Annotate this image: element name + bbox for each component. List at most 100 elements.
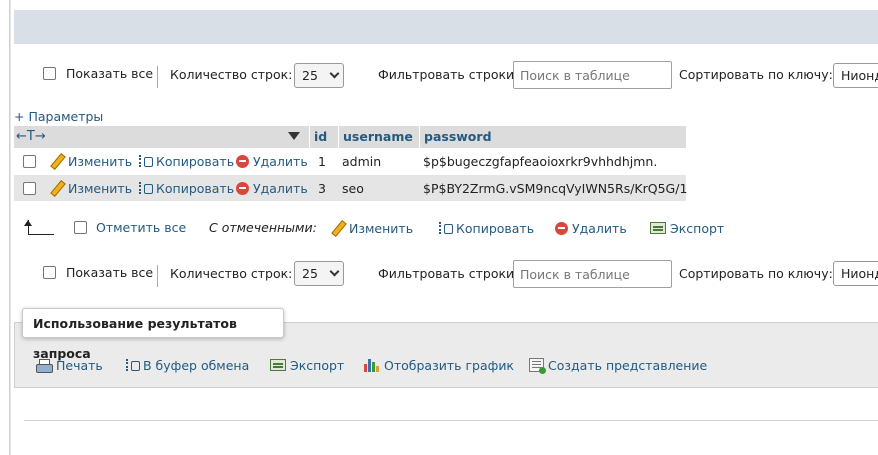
cell-id[interactable]: 1 — [318, 148, 326, 175]
row-copy-link[interactable]: Копировать — [138, 175, 234, 202]
arrow-up-left-icon — [24, 220, 54, 236]
filter-rows-label: Фильтровать строки: — [378, 266, 519, 281]
sort-by-key-select[interactable]: Нионд — [833, 63, 878, 88]
pencil-icon — [50, 154, 64, 168]
column-header-username[interactable]: username — [338, 126, 419, 148]
filter-rows-label: Фильтровать строки: — [378, 67, 519, 82]
filter-rows-input[interactable]: Поиск в таблице — [513, 61, 672, 89]
column-arrows[interactable]: ←T→ — [16, 129, 46, 144]
chevron-down-icon — [329, 266, 340, 277]
export-icon — [650, 222, 666, 234]
chart-label: Отобразить график — [384, 358, 514, 373]
show-all-checkbox[interactable] — [43, 266, 56, 279]
divider — [24, 420, 878, 421]
pencil-icon — [331, 221, 345, 235]
row-delete-link[interactable]: Удалить — [236, 175, 308, 202]
sort-by-key-label: Сортировать по ключу: — [679, 67, 833, 82]
rows-count-select[interactable]: 25 — [294, 261, 344, 286]
row-edit-link[interactable]: Изменить — [50, 148, 132, 175]
row-delete-label: Удалить — [253, 154, 308, 169]
cell-password[interactable]: $P$BY2ZrmG.vSM9ncqVyIWN5Rs/KrQ5G/1 — [423, 175, 687, 202]
copy-icon — [138, 154, 153, 168]
sort-by-key-value: Нионд — [841, 266, 878, 281]
export-button[interactable]: Экспорт — [270, 358, 344, 373]
create-view-label: Создать представление — [548, 358, 708, 373]
rows-count-label: Количество строк: — [170, 67, 293, 82]
row-checkbox[interactable] — [23, 155, 36, 168]
row-edit-link[interactable]: Изменить — [50, 175, 132, 202]
filter-rows-placeholder: Поиск в таблице — [520, 67, 630, 83]
query-results-title: Использование результатов запроса — [22, 308, 284, 361]
row-edit-label: Изменить — [68, 181, 133, 196]
bulk-export-label: Экспорт — [670, 221, 725, 236]
show-all-label: Показать все — [66, 265, 154, 280]
rows-count-value: 25 — [302, 266, 318, 281]
chevron-down-icon — [329, 68, 340, 79]
table-row: Изменить Копировать Удалить 1 admin $p$b… — [14, 148, 686, 175]
top-band — [14, 10, 878, 44]
table-header: ←T→ id username password — [14, 126, 686, 148]
table-navigation-top: Показать все Количество строк: 25 Фильтр… — [10, 58, 878, 92]
bulk-delete-button[interactable]: Удалить — [555, 221, 627, 236]
cell-username[interactable]: admin — [342, 148, 381, 175]
bulk-export-button[interactable]: Экспорт — [650, 221, 724, 236]
delete-icon — [555, 222, 568, 235]
row-copy-link[interactable]: Копировать — [138, 148, 234, 175]
row-delete-label: Удалить — [253, 181, 308, 196]
row-edit-label: Изменить — [68, 154, 133, 169]
delete-icon — [236, 155, 249, 168]
column-header-id[interactable]: id — [309, 126, 338, 148]
row-checkbox[interactable] — [23, 182, 36, 195]
sort-by-key-value: Нионд — [841, 68, 878, 83]
bulk-delete-label: Удалить — [572, 221, 627, 236]
rows-count-select[interactable]: 25 — [294, 63, 344, 88]
row-copy-label: Копировать — [156, 181, 235, 196]
show-all-checkbox[interactable] — [43, 67, 56, 80]
delete-icon — [236, 182, 249, 195]
export-icon — [270, 359, 286, 371]
cell-password[interactable]: $p$bugeczgfapfeaoioxrkr9vhhdhjmn. — [423, 148, 657, 175]
filter-rows-placeholder: Поиск в таблице — [520, 266, 630, 282]
left-frame — [0, 0, 10, 455]
show-all-label: Показать все — [66, 66, 154, 81]
bar-chart-icon — [364, 358, 380, 372]
bulk-edit-button[interactable]: Изменить — [331, 221, 413, 236]
rows-count-label: Количество строк: — [170, 266, 293, 281]
filter-rows-input[interactable]: Поиск в таблице — [513, 260, 672, 288]
print-label: Печать — [56, 358, 103, 373]
bulk-copy-button[interactable]: Копировать — [438, 221, 534, 236]
export-label: Экспорт — [290, 358, 345, 373]
printer-icon — [36, 359, 53, 373]
column-options-dropdown-icon[interactable] — [288, 132, 300, 140]
cell-id[interactable]: 3 — [318, 175, 326, 202]
copy-to-clipboard-button[interactable]: В буфер обмена — [125, 358, 249, 373]
divider — [157, 265, 158, 287]
row-delete-link[interactable]: Удалить — [236, 148, 308, 175]
divider — [157, 66, 158, 88]
options-link[interactable]: + Параметры — [14, 109, 103, 124]
clipboard-icon — [125, 358, 140, 372]
column-header-password[interactable]: password — [419, 126, 686, 148]
print-button[interactable]: Печать — [36, 358, 103, 373]
row-copy-label: Копировать — [156, 154, 235, 169]
clipboard-label: В буфер обмена — [143, 358, 250, 373]
sort-by-key-label: Сортировать по ключу: — [679, 266, 833, 281]
copy-icon — [138, 181, 153, 195]
rows-count-value: 25 — [302, 68, 318, 83]
cell-username[interactable]: seo — [342, 175, 364, 202]
top-strip — [10, 0, 878, 10]
create-view-button[interactable]: Создать представление — [529, 358, 708, 374]
with-selected-label: С отмеченными: — [209, 220, 317, 235]
check-all-link[interactable]: Отметить все — [96, 220, 186, 235]
display-chart-button[interactable]: Отобразить график — [364, 358, 514, 373]
copy-icon — [438, 221, 453, 235]
create-view-icon — [529, 358, 546, 374]
check-all-checkbox[interactable] — [74, 221, 87, 234]
table-row: Изменить Копировать Удалить 3 seo $P$BY2… — [14, 175, 687, 202]
results-table: ←T→ id username password Изменить Копиро… — [14, 126, 687, 202]
sort-by-key-select[interactable]: Нионд — [833, 261, 878, 286]
pencil-icon — [50, 181, 64, 195]
table-navigation-bottom: Показать все Количество строк: 25 Фильтр… — [10, 257, 878, 291]
bulk-copy-label: Копировать — [456, 221, 535, 236]
bulk-edit-label: Изменить — [349, 221, 414, 236]
